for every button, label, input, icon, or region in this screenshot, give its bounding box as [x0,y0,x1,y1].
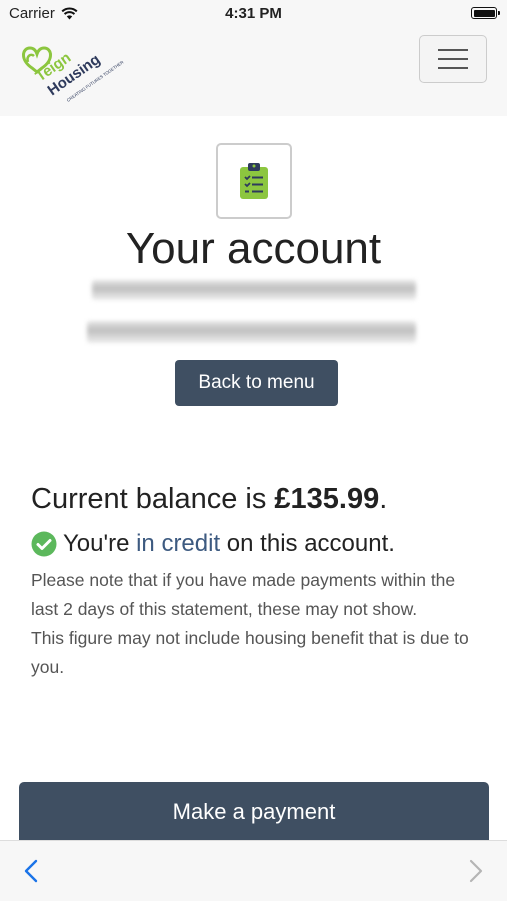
clipboard-check-icon [240,163,268,199]
credit-status: You're in credit on this account. [31,530,395,558]
credit-highlight: in credit [136,530,221,557]
make-payment-button[interactable]: Make a payment [19,782,489,846]
back-to-menu-button[interactable]: Back to menu [175,360,338,406]
battery-icon [471,7,500,19]
teign-housing-logo[interactable]: Teign Housing CREATING FUTURES TOGETHER [18,38,138,108]
note-housing-benefit: This figure may not include housing bene… [31,628,469,677]
credit-post: on this account. [220,530,395,557]
account-icon-box [216,143,292,219]
check-circle-icon [31,531,57,557]
hamburger-menu-button[interactable] [419,35,487,83]
redacted-account-name [92,280,416,300]
menu-bar [438,67,468,69]
status-bar: Carrier 4:31 PM [0,0,507,28]
balance-amount: £135.99 [274,483,380,515]
balance-prefix: Current balance is [31,483,275,515]
clock: 4:31 PM [225,5,282,22]
credit-text: You're in credit on this account. [63,530,395,558]
balance-notes: Please note that if you have made paymen… [31,566,481,682]
menu-bar [438,58,468,60]
current-balance: Current balance is £135.99. [31,483,387,516]
forward-arrow-icon[interactable] [469,859,483,883]
menu-bar [438,49,468,51]
page-title: Your account [125,224,382,273]
redacted-account-address [87,321,416,343]
browser-toolbar [0,840,507,901]
balance-suffix: . [379,483,388,515]
back-arrow-icon[interactable] [24,859,38,883]
navbar: Teign Housing CREATING FUTURES TOGETHER [0,28,507,116]
credit-pre: You're [63,530,137,557]
note-payments: Please note that if you have made paymen… [31,570,456,619]
